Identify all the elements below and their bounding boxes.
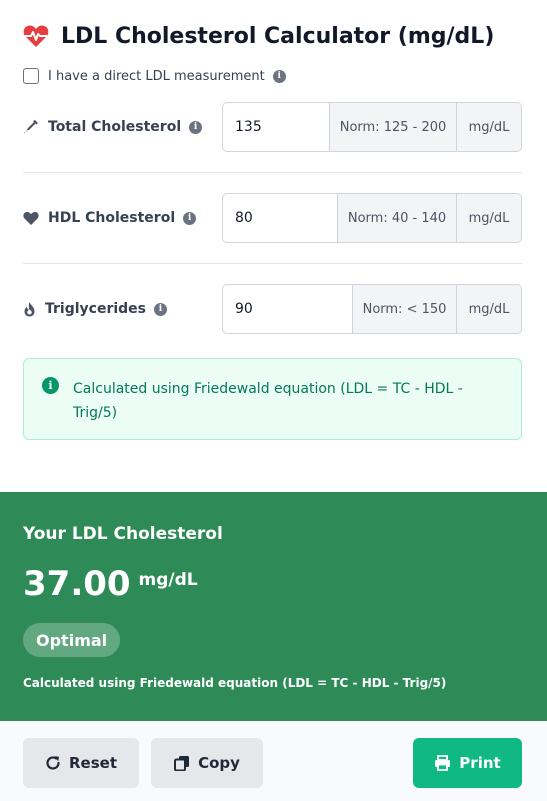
result-panel: Your LDL Cholesterol 37.00 mg/dL Optimal… (0, 492, 547, 721)
total-cholesterol-unit: mg/dL (456, 103, 521, 151)
hdl-cholesterol-norm: Norm: 40 - 140 (337, 194, 456, 242)
direct-ldl-label: I have a direct LDL measurement (48, 68, 265, 84)
info-icon[interactable]: i (272, 69, 286, 83)
reset-button[interactable]: Reset (23, 738, 139, 788)
info-icon[interactable]: i (154, 302, 168, 316)
result-heading: Your LDL Cholesterol (23, 524, 223, 544)
triglycerides-norm: Norm: < 150 (352, 285, 456, 333)
info-icon[interactable]: i (189, 120, 203, 134)
field-total-cholesterol: Total Cholesterol i 135 Norm: 125 - 200 … (23, 102, 522, 152)
printer-icon (435, 755, 451, 771)
formula-note: i Calculated using Friedewald equation (… (23, 358, 522, 440)
status-badge: Optimal (23, 623, 121, 657)
redo-icon (46, 756, 60, 770)
action-bar: Reset Copy Print (0, 721, 547, 801)
result-value: 37.00 (23, 564, 131, 604)
info-circle-icon: i (42, 377, 59, 394)
hdl-cholesterol-input[interactable]: 80 (223, 194, 337, 242)
total-cholesterol-norm: Norm: 125 - 200 (329, 103, 456, 151)
print-button-label: Print (459, 754, 501, 772)
copy-icon (174, 756, 190, 771)
fire-icon (24, 302, 35, 317)
direct-ldl-checkbox[interactable] (23, 68, 39, 84)
syringe-icon (24, 120, 38, 134)
info-icon[interactable]: i (183, 211, 197, 225)
reset-button-label: Reset (69, 754, 117, 772)
field-hdl-cholesterol: HDL Cholesterol i 80 Norm: 40 - 140 mg/d… (23, 193, 522, 243)
triglycerides-unit: mg/dL (456, 285, 521, 333)
heart-icon (23, 211, 39, 225)
field-label-hdl-cholesterol: HDL Cholesterol (48, 210, 176, 226)
copy-button-label: Copy (198, 754, 240, 772)
field-label-total-cholesterol: Total Cholesterol (48, 119, 182, 135)
field-triglycerides: Triglycerides i 90 Norm: < 150 mg/dL (23, 284, 522, 334)
header: LDL Cholesterol Calculator (mg/dL) (23, 20, 494, 52)
total-cholesterol-input[interactable]: 135 (223, 103, 329, 151)
result-value-row: 37.00 mg/dL (23, 564, 198, 604)
divider (23, 263, 522, 264)
total-cholesterol-input-group: 135 Norm: 125 - 200 mg/dL (222, 102, 522, 152)
result-method: Calculated using Friedewald equation (LD… (23, 676, 447, 690)
direct-ldl-row: I have a direct LDL measurement i (23, 66, 286, 86)
copy-button[interactable]: Copy (151, 738, 263, 788)
page-title: LDL Cholesterol Calculator (mg/dL) (61, 23, 495, 49)
print-button[interactable]: Print (413, 738, 522, 788)
result-unit: mg/dL (138, 570, 198, 590)
hdl-cholesterol-unit: mg/dL (456, 194, 521, 242)
divider (23, 172, 522, 173)
hdl-cholesterol-input-group: 80 Norm: 40 - 140 mg/dL (222, 193, 522, 243)
field-label-triglycerides: Triglycerides (45, 301, 147, 317)
formula-note-text: Calculated using Friedewald equation (LD… (73, 381, 463, 421)
triglycerides-input-group: 90 Norm: < 150 mg/dL (222, 284, 522, 334)
heartbeat-icon (23, 25, 49, 47)
triglycerides-input[interactable]: 90 (223, 285, 352, 333)
